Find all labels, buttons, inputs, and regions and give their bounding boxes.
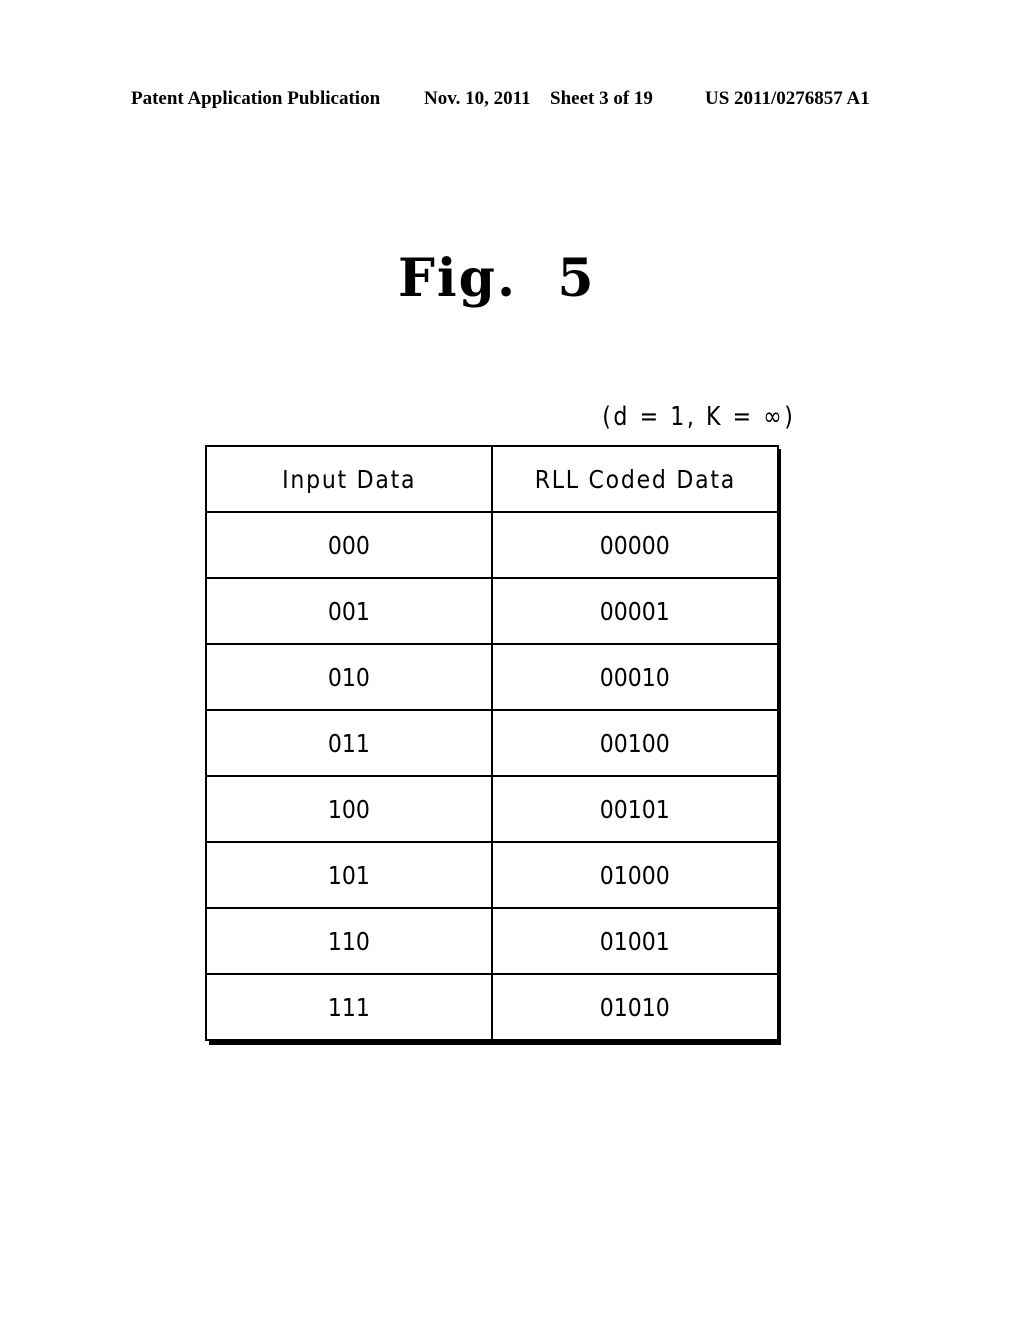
- cell-text: 00010: [600, 662, 670, 692]
- table-row: 110 01001: [205, 907, 779, 975]
- table-row: 010 00010: [205, 643, 779, 711]
- publication-label: Patent Application Publication: [131, 88, 381, 109]
- coded-data-cell: 00100: [491, 709, 779, 777]
- patent-number: US 2011/0276857 A1: [705, 88, 870, 109]
- coded-data-cell: 01000: [491, 841, 779, 909]
- cell-text: 000: [328, 530, 370, 560]
- coded-data-cell: 00000: [491, 511, 779, 579]
- column-header-input-data: Input Data: [205, 445, 493, 513]
- table-row: 100 00101: [205, 775, 779, 843]
- column-header-rll-coded-data: RLL Coded Data: [491, 445, 779, 513]
- input-data-cell: 111: [205, 973, 493, 1041]
- rll-code-table: Input Data RLL Coded Data 000 00000 001 …: [205, 445, 779, 1041]
- header-text: RLL Coded Data: [534, 464, 736, 494]
- table-header-row: Input Data RLL Coded Data: [205, 445, 779, 513]
- coded-data-cell: 00010: [491, 643, 779, 711]
- cell-text: 00000: [600, 530, 670, 560]
- cell-text: 001: [328, 596, 370, 626]
- code-table: Input Data RLL Coded Data 000 00000 001 …: [205, 445, 779, 1041]
- table-row: 000 00000: [205, 511, 779, 579]
- cell-text: 011: [328, 728, 370, 758]
- input-data-cell: 010: [205, 643, 493, 711]
- input-data-cell: 001: [205, 577, 493, 645]
- input-data-cell: 000: [205, 511, 493, 579]
- cell-text: 101: [328, 860, 370, 890]
- coded-data-cell: 00101: [491, 775, 779, 843]
- input-data-cell: 101: [205, 841, 493, 909]
- cell-text: 00100: [600, 728, 670, 758]
- input-data-cell: 100: [205, 775, 493, 843]
- code-parameters: (d = 1, K = ∞): [602, 402, 796, 432]
- coded-data-cell: 00001: [491, 577, 779, 645]
- header-text: Input Data: [281, 464, 417, 494]
- coded-data-cell: 01010: [491, 973, 779, 1041]
- cell-text: 00101: [600, 794, 670, 824]
- sheet-number: Sheet 3 of 19: [550, 88, 653, 109]
- cell-text: 010: [328, 662, 370, 692]
- table-row: 011 00100: [205, 709, 779, 777]
- cell-text: 00001: [600, 596, 670, 626]
- publication-date: Nov. 10, 2011: [424, 88, 531, 109]
- cell-text: 01001: [600, 926, 670, 956]
- table-row: 111 01010: [205, 973, 779, 1041]
- table-row: 101 01000: [205, 841, 779, 909]
- cell-text: 100: [328, 794, 370, 824]
- cell-text: 01000: [600, 860, 670, 890]
- page-header: Patent Application Publication Nov. 10, …: [0, 88, 1024, 114]
- coded-data-cell: 01001: [491, 907, 779, 975]
- input-data-cell: 110: [205, 907, 493, 975]
- input-data-cell: 011: [205, 709, 493, 777]
- cell-text: 01010: [600, 992, 670, 1022]
- table-row: 001 00001: [205, 577, 779, 645]
- cell-text: 111: [328, 992, 370, 1022]
- figure-title: Fig. 5: [398, 248, 596, 309]
- cell-text: 110: [328, 926, 370, 956]
